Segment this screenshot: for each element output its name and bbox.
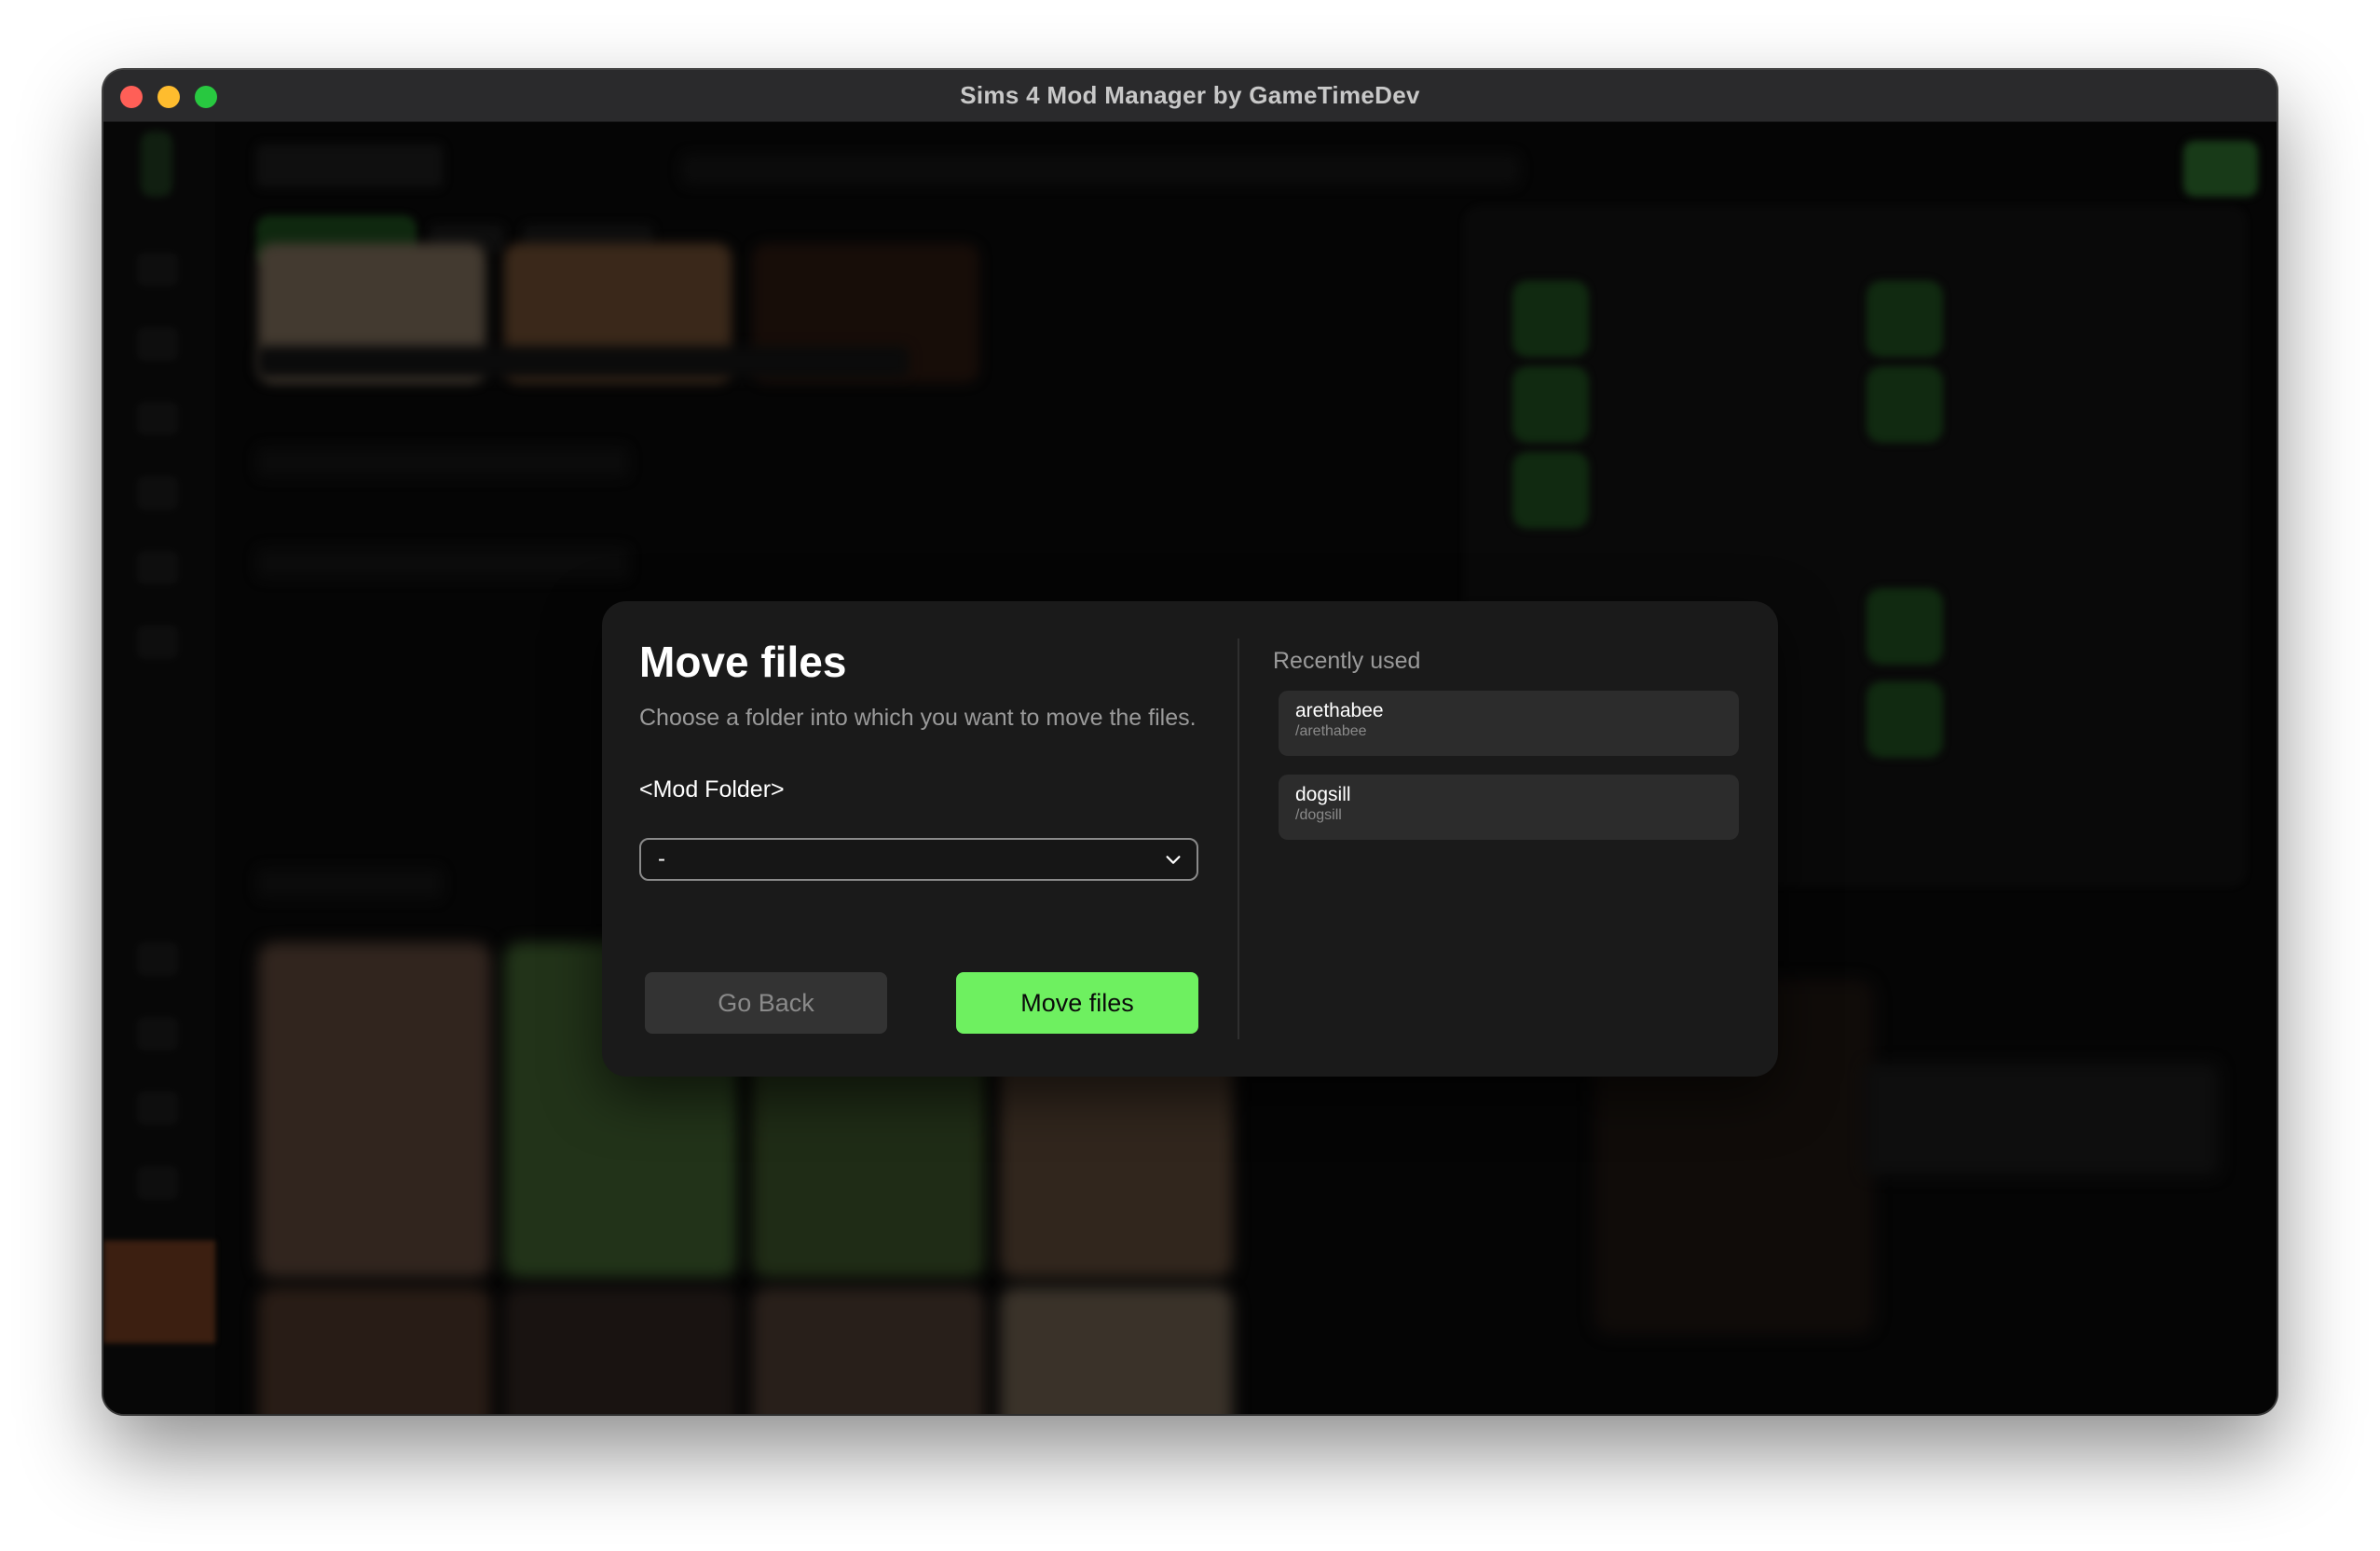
dialog-description: Choose a folder into which you want to m… xyxy=(639,705,1197,731)
title-bar: Sims 4 Mod Manager by GameTimeDev xyxy=(103,70,2277,122)
recent-folder-name: dogsill xyxy=(1295,784,1351,805)
recent-folder-path: /dogsill xyxy=(1295,807,1342,823)
recently-used-heading: Recently used xyxy=(1273,648,1421,674)
move-files-button[interactable]: Move files xyxy=(956,972,1198,1034)
folder-select[interactable]: - xyxy=(639,838,1198,881)
close-window-button[interactable] xyxy=(120,86,143,108)
recent-folder-item[interactable]: dogsill /dogsill xyxy=(1279,775,1739,840)
recently-used-section: Recently used arethabee /arethabee dogsi… xyxy=(1273,638,1739,1039)
app-content: Move files Choose a folder into which yo… xyxy=(103,122,2277,1414)
maximize-window-button[interactable] xyxy=(195,86,217,108)
chevron-down-icon xyxy=(1166,856,1181,864)
window-title: Sims 4 Mod Manager by GameTimeDev xyxy=(960,81,1420,109)
app-window: Sims 4 Mod Manager by GameTimeDev Move f… xyxy=(103,70,2277,1414)
go-back-button[interactable]: Go Back xyxy=(645,972,887,1034)
recent-folder-item[interactable]: arethabee /arethabee xyxy=(1279,691,1739,756)
window-controls xyxy=(120,86,217,108)
move-files-dialog: Move files Choose a folder into which yo… xyxy=(602,601,1778,1077)
dialog-divider xyxy=(1238,638,1239,1039)
folder-label: <Mod Folder> xyxy=(639,776,785,803)
dialog-main-section: Move files Choose a folder into which yo… xyxy=(639,638,1198,1039)
recent-folder-path: /arethabee xyxy=(1295,723,1367,739)
folder-select-value: - xyxy=(658,846,665,872)
dialog-title: Move files xyxy=(639,638,847,686)
minimize-window-button[interactable] xyxy=(157,86,180,108)
recent-folder-name: arethabee xyxy=(1295,700,1384,721)
